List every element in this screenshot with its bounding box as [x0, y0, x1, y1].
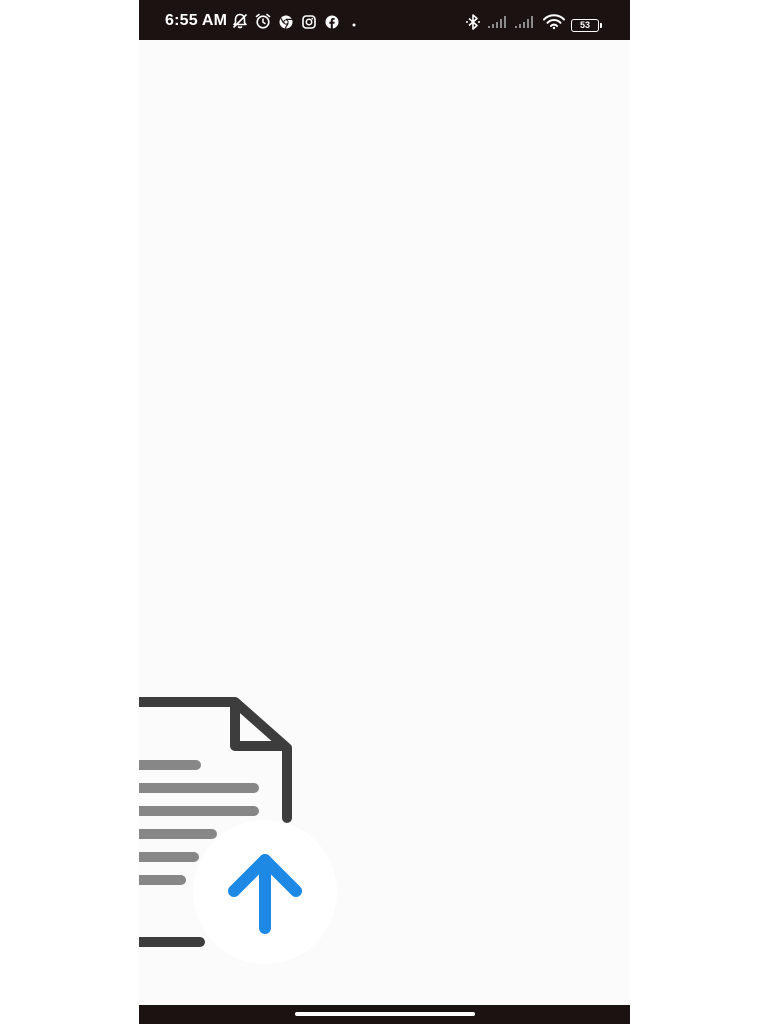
document-bottom-edge	[139, 937, 205, 947]
document-upload-illustration	[139, 697, 337, 964]
notification-dot-icon	[347, 12, 365, 30]
battery-level: 53	[579, 20, 590, 30]
signal-icon	[487, 12, 511, 30]
chrome-icon	[277, 12, 295, 30]
document-line	[139, 829, 217, 839]
document-line	[139, 783, 259, 793]
navigation-bar	[139, 1005, 630, 1024]
instagram-icon	[300, 12, 318, 30]
phone-screen: 6:55 AM 53	[139, 0, 630, 1024]
bluetooth-icon	[464, 12, 482, 30]
document-line	[139, 760, 201, 770]
facebook-icon	[323, 12, 341, 30]
muted-bell-icon	[231, 12, 249, 30]
status-bar: 6:55 AM 53	[139, 0, 630, 40]
wifi-icon	[542, 12, 566, 30]
document-line	[139, 852, 199, 862]
main-content	[139, 40, 630, 1005]
document-line	[139, 875, 186, 885]
signal-icon	[514, 12, 538, 30]
status-time: 6:55 AM	[165, 12, 228, 29]
document-line	[139, 806, 259, 816]
battery-icon: 53	[571, 19, 602, 32]
home-indicator[interactable]	[295, 1012, 475, 1016]
alarm-icon	[254, 12, 272, 30]
